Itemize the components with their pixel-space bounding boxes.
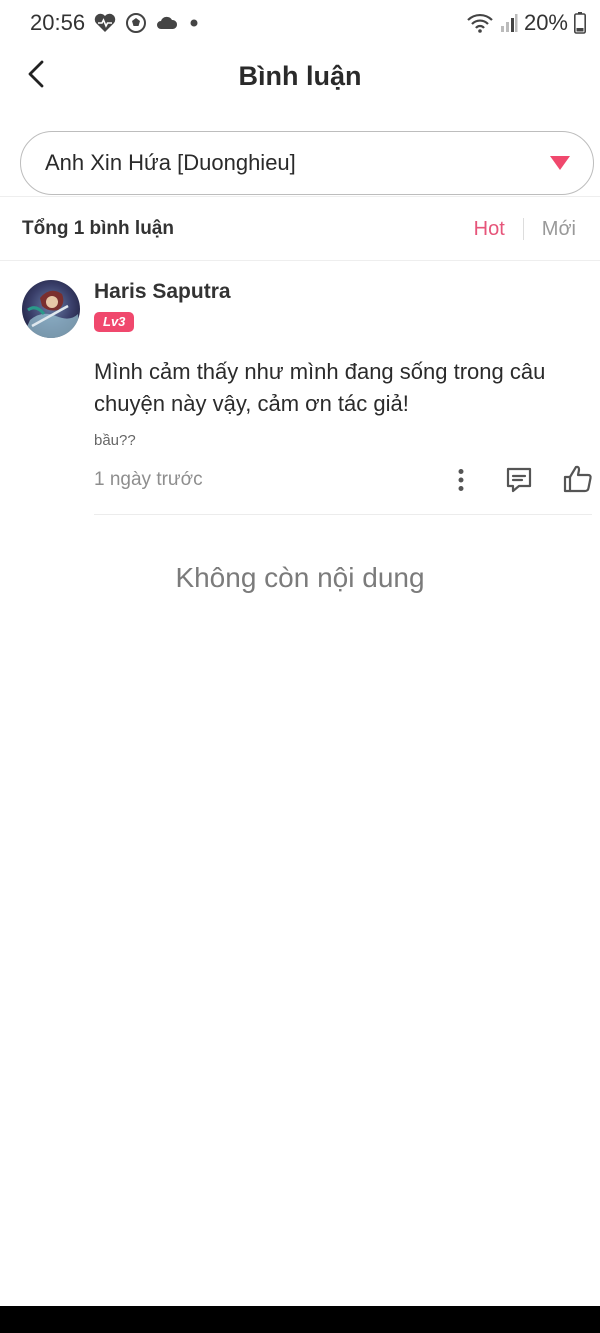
comments-toolbar: Tổng 1 bình luận Hot Mới <box>22 206 576 252</box>
comment-count: Tổng 1 bình luận <box>22 218 174 239</box>
comment-timestamp: 1 ngày trước <box>94 469 203 490</box>
comment-body: Haris Saputra Lv3 Mình cảm thấy như mình… <box>94 280 592 497</box>
navigation-bar <box>0 1306 600 1333</box>
divider <box>0 196 600 197</box>
tab-new[interactable]: Mới <box>542 218 576 241</box>
avatar[interactable] <box>22 280 80 338</box>
signal-icon <box>500 13 518 33</box>
like-button[interactable] <box>562 463 594 495</box>
more-vertical-icon <box>458 469 464 491</box>
sort-tabs: Hot Mới <box>474 218 576 241</box>
empty-state-text: Không còn nội dung <box>175 562 425 593</box>
reply-comment-icon <box>506 467 532 493</box>
dot-icon <box>187 16 201 30</box>
status-left: 20:56 <box>30 10 201 36</box>
comment-text: Mình cảm thấy như mình đang sống trong c… <box>94 359 546 416</box>
chapter-select[interactable]: Anh Xin Hứa [Duonghieu] <box>20 131 594 195</box>
divider <box>0 260 600 261</box>
tab-hot[interactable]: Hot <box>474 218 505 241</box>
comment-chapter-ref: bầu?? <box>94 432 136 449</box>
status-bar: 20:56 20% <box>0 0 600 46</box>
battery-icon <box>574 12 586 34</box>
cloud-icon <box>155 14 179 32</box>
soccer-ball-icon <box>125 12 147 34</box>
comment-meta: 1 ngày trước <box>94 463 592 497</box>
chapter-select-value: Anh Xin Hứa [Duonghieu] <box>45 150 296 175</box>
status-time: 20:56 <box>30 10 86 35</box>
status-right: 20% <box>466 10 586 36</box>
tab-separator <box>522 218 524 240</box>
level-badge: Lv3 <box>94 312 135 332</box>
avatar-image <box>22 280 80 338</box>
back-button[interactable] <box>14 52 58 96</box>
reply-button[interactable] <box>504 465 534 495</box>
heart-rate-icon <box>93 12 117 34</box>
thumbs-up-icon <box>563 465 592 493</box>
battery-percent: 20% <box>523 10 568 35</box>
comment-username[interactable]: Haris Saputra <box>94 280 592 304</box>
app-header: Bình luận <box>0 46 600 106</box>
page-title: Bình luận <box>238 60 362 91</box>
wifi-icon <box>466 12 494 34</box>
back-arrow-icon <box>28 60 44 88</box>
comment-divider <box>94 514 592 515</box>
dropdown-triangle-icon <box>550 156 570 170</box>
comments-screen: 20:56 20% Bình luận Anh Xin Hứa [Duonghi… <box>0 0 600 1333</box>
more-options-button[interactable] <box>450 463 472 497</box>
